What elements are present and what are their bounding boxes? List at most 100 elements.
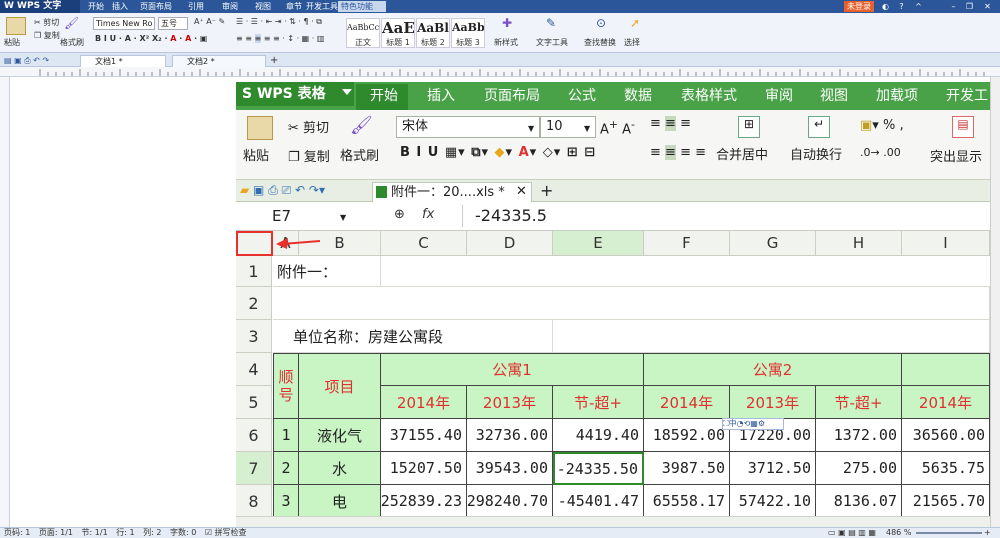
style-normal[interactable]: AaBbCcDd 正文 bbox=[346, 18, 380, 48]
zoom-in-icon[interactable]: + bbox=[984, 528, 991, 538]
et-tab-addins[interactable]: 加载项 bbox=[876, 82, 918, 110]
skin-icon[interactable]: ◐ bbox=[880, 1, 891, 12]
cell-i5[interactable]: 2014年 bbox=[902, 386, 990, 419]
close-tab-icon[interactable]: ✕ bbox=[516, 184, 527, 199]
cell-g7[interactable]: 3712.50 bbox=[730, 452, 816, 485]
cell-f8[interactable]: 65558.17 bbox=[644, 485, 730, 516]
view-mode-icons[interactable]: ▭ ▣ ▤ ▥ ▦ bbox=[828, 528, 876, 538]
format-painter-icon[interactable]: 🖌 bbox=[350, 115, 373, 136]
cell-a3[interactable]: 单位名称：房建公寓段 bbox=[273, 320, 553, 353]
zoom-slider[interactable] bbox=[916, 532, 982, 534]
highlight-icon[interactable]: ▤ bbox=[952, 116, 974, 138]
paste-icon[interactable] bbox=[6, 17, 26, 35]
cell-e8[interactable]: -45401.47 bbox=[553, 485, 644, 516]
et-font-name-select[interactable]: 宋体 bbox=[396, 116, 540, 138]
cursor-icon[interactable]: ➚ bbox=[630, 16, 640, 30]
cell-d5[interactable]: 2013年 bbox=[467, 386, 553, 419]
decimal-buttons[interactable]: .0→ .00 bbox=[860, 146, 901, 159]
format-painter-icon[interactable]: 🖌 bbox=[64, 16, 79, 30]
doc-tab-1[interactable]: 文档1 * bbox=[80, 55, 166, 67]
chevron-down-icon[interactable]: ▼ bbox=[528, 124, 534, 133]
col-header-i[interactable]: I bbox=[902, 231, 990, 256]
writer-tab-special[interactable]: 特色功能 bbox=[338, 1, 386, 12]
cell-e5[interactable]: 节-超+ bbox=[553, 386, 644, 419]
writer-tab-chapter[interactable]: 章节 bbox=[286, 0, 302, 13]
col-header-c[interactable]: C bbox=[381, 231, 467, 256]
cell-a7[interactable]: 2 bbox=[273, 452, 299, 485]
col-header-f[interactable]: F bbox=[644, 231, 730, 256]
row-header-2[interactable]: 2 bbox=[236, 287, 272, 320]
cell-group-1[interactable]: 公寓1 bbox=[381, 353, 644, 386]
cell-e6[interactable]: 4419.40 bbox=[553, 419, 644, 452]
et-merge-center-button[interactable]: 合并居中 bbox=[716, 144, 768, 163]
grow-font-icon[interactable]: A⁺ A⁻ ✎ bbox=[194, 17, 225, 26]
et-tab-developer[interactable]: 开发工 bbox=[946, 82, 988, 110]
cell-c6[interactable]: 37155.40 bbox=[381, 419, 467, 452]
close-icon[interactable]: ✕ bbox=[982, 1, 993, 12]
arrow-up-icon[interactable]: ^ bbox=[913, 1, 924, 12]
minimize-icon[interactable]: – bbox=[948, 1, 959, 12]
cell-item-header[interactable]: 项目 bbox=[299, 353, 381, 419]
col-header-g[interactable]: G bbox=[730, 231, 816, 256]
spreadsheet-grid[interactable]: A B C D E F G H I 1 2 3 4 5 6 7 8 附件一： 单… bbox=[236, 231, 990, 516]
writer-font-name-select[interactable]: Times New Ro bbox=[93, 17, 155, 30]
row-2-empty[interactable] bbox=[273, 287, 990, 320]
cell-a1[interactable]: 附件一： bbox=[273, 256, 381, 287]
binoculars-icon[interactable]: ⊙ bbox=[596, 16, 606, 30]
writer-format-buttons[interactable]: B I U · A · X² X₂ · A · A · ▣ bbox=[95, 34, 207, 43]
merge-center-icon[interactable]: ⊞ bbox=[738, 116, 760, 138]
cell-g8[interactable]: 57422.10 bbox=[730, 485, 816, 516]
writer-tab-home[interactable]: 开始 bbox=[88, 0, 104, 13]
style-heading-1[interactable]: AaE 标题 1 bbox=[381, 18, 415, 48]
cell-d8[interactable]: 298240.70 bbox=[467, 485, 553, 516]
cell-h7[interactable]: 275.00 bbox=[816, 452, 902, 485]
cell-f7[interactable]: 3987.50 bbox=[644, 452, 730, 485]
writer-paste-button[interactable]: 粘贴 bbox=[4, 37, 20, 48]
writer-tab-layout[interactable]: 页面布局 bbox=[140, 0, 172, 13]
writer-list-buttons[interactable]: ☰ · ☰ · ⇤ ⇥ · ⇅ · ¶ · ⧉ bbox=[236, 17, 322, 27]
new-style-icon[interactable]: ✚ bbox=[502, 16, 512, 30]
select-button[interactable]: 选择 bbox=[624, 37, 640, 48]
cell-b7[interactable]: 水 bbox=[299, 452, 381, 485]
writer-cut-button[interactable]: ✂ 剪切 bbox=[34, 17, 59, 28]
et-highlight-button[interactable]: 突出显示 bbox=[930, 146, 982, 165]
row-header-1[interactable]: 1 bbox=[236, 256, 272, 287]
cell-b6[interactable]: 液化气 bbox=[299, 419, 381, 452]
cell-i6[interactable]: 36560.00 bbox=[902, 419, 990, 452]
row-header-4[interactable]: 4 bbox=[236, 353, 272, 386]
et-tab-insert[interactable]: 插入 bbox=[427, 82, 455, 110]
new-style-button[interactable]: 新样式 bbox=[494, 37, 518, 48]
et-tab-layout[interactable]: 页面布局 bbox=[484, 82, 540, 110]
cell-g5[interactable]: 2013年 bbox=[730, 386, 816, 419]
cell-i7[interactable]: 5635.75 bbox=[902, 452, 990, 485]
cell-seq-header[interactable]: 顺号 bbox=[273, 353, 299, 419]
quick-access-toolbar[interactable]: ▤ ▣ ⎙ ↶ ↷ bbox=[4, 56, 49, 66]
text-tools-icon[interactable]: ✎ bbox=[546, 16, 556, 30]
restore-icon[interactable]: ❐ bbox=[964, 1, 975, 12]
text-tools-button[interactable]: 文字工具 bbox=[536, 37, 568, 48]
spell-check-button[interactable]: ☑ 拼写检查 bbox=[205, 528, 247, 537]
help-icon[interactable]: ? bbox=[896, 1, 907, 12]
new-tab-icon[interactable]: + bbox=[540, 181, 553, 200]
et-format-painter-button[interactable]: 格式刷 bbox=[340, 145, 379, 164]
cell-c5[interactable]: 2014年 bbox=[381, 386, 467, 419]
row-header-8[interactable]: 8 bbox=[236, 485, 272, 516]
cell-d7[interactable]: 39543.00 bbox=[467, 452, 553, 485]
cell-i8[interactable]: 21565.70 bbox=[902, 485, 990, 516]
style-heading-2[interactable]: AaBl 标题 2 bbox=[416, 18, 450, 48]
cell-h8[interactable]: 8136.07 bbox=[816, 485, 902, 516]
chevron-down-icon[interactable]: ▼ bbox=[584, 124, 590, 133]
ime-toolbar-icon[interactable]: ⛶中◔⟲▦⚙ bbox=[722, 418, 784, 430]
col-header-h[interactable]: H bbox=[816, 231, 902, 256]
et-format-buttons[interactable]: B I U ▦▾ ⧉▾ ◆▾ A▾ ◇▾ ⊞ ⊟ bbox=[400, 145, 596, 160]
cell-f5[interactable]: 2014年 bbox=[644, 386, 730, 419]
writer-tab-review[interactable]: 审阅 bbox=[222, 0, 238, 13]
paste-icon[interactable] bbox=[247, 116, 273, 140]
find-replace-button[interactable]: 查找替换 bbox=[584, 37, 616, 48]
cell-h6[interactable]: 1372.00 bbox=[816, 419, 902, 452]
row-header-7[interactable]: 7 bbox=[236, 452, 272, 485]
cell-c7[interactable]: 15207.50 bbox=[381, 452, 467, 485]
cell-group-2[interactable]: 公寓2 bbox=[644, 353, 902, 386]
cell-a6[interactable]: 1 bbox=[273, 419, 299, 452]
chevron-down-icon[interactable]: ▼ bbox=[340, 213, 346, 222]
